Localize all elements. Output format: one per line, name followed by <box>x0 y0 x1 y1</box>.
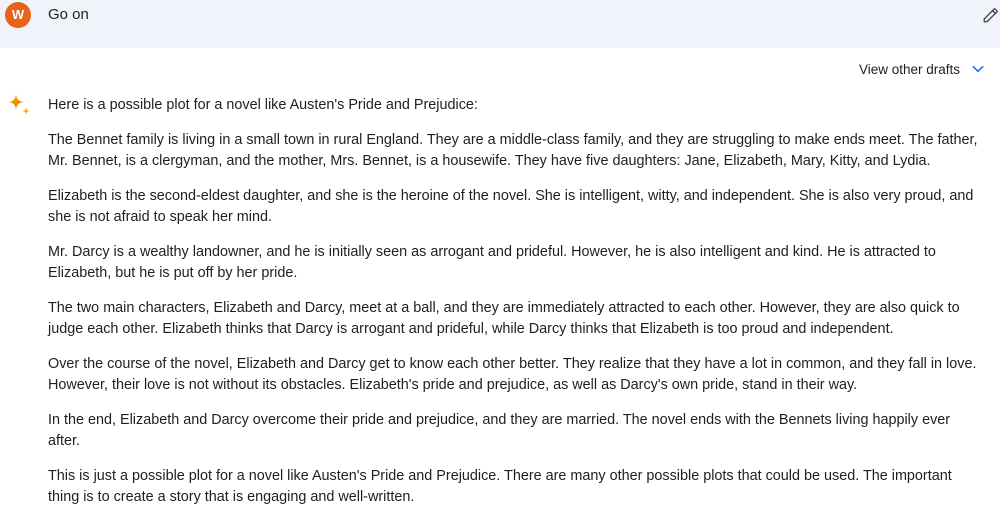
response-paragraph: Elizabeth is the second-eldest daughter,… <box>48 188 974 225</box>
chevron-down-icon <box>972 65 984 73</box>
response-paragraph: In the end, Elizabeth and Darcy overcome… <box>48 412 951 449</box>
user-avatar[interactable]: W <box>5 2 31 28</box>
response-paragraph: Over the course of the novel, Elizabeth … <box>48 356 977 393</box>
view-other-drafts-label: View other drafts <box>858 61 960 77</box>
assistant-response: Here is a possible plot for a novel like… <box>48 95 983 522</box>
prompt-text: Go on <box>48 6 89 23</box>
view-other-drafts-button[interactable]: View other drafts <box>859 61 986 77</box>
response-paragraph: This is just a possible plot for a novel… <box>48 468 952 505</box>
response-paragraph: Mr. Darcy is a wealthy landowner, and he… <box>48 244 936 281</box>
response-paragraph: Here is a possible plot for a novel like… <box>48 97 478 113</box>
response-paragraph: The two main characters, Elizabeth and D… <box>48 300 960 337</box>
response-paragraph: The Bennet family is living in a small t… <box>48 132 978 169</box>
sparkle-icon <box>8 94 30 115</box>
pencil-icon[interactable] <box>982 6 1000 24</box>
user-prompt-bar: W Go on <box>0 0 1000 48</box>
